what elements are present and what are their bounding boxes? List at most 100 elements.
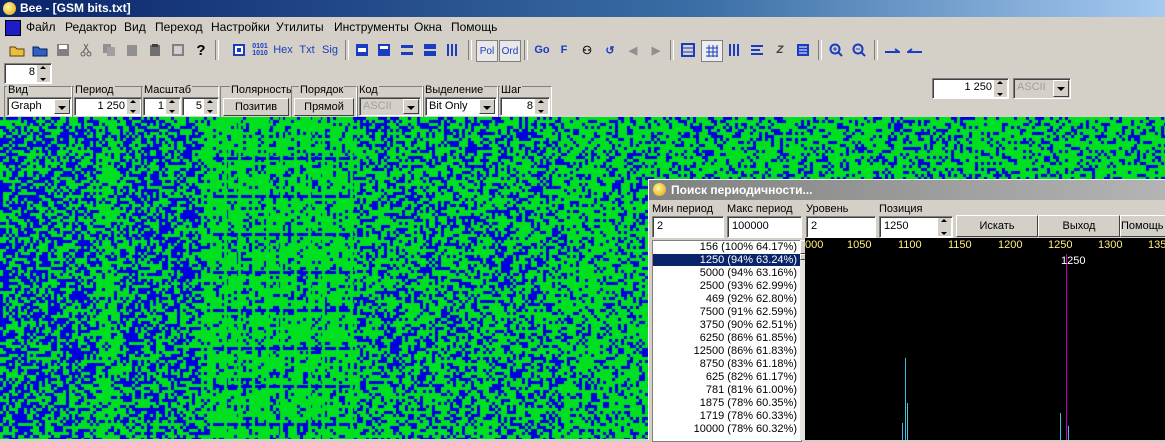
position-spinner[interactable]: 1250 [879,216,953,238]
max-period-input[interactable]: 100000 [727,216,802,238]
view-select[interactable]: Graph [7,97,72,116]
step-label: Шаг [500,84,523,96]
list-item[interactable]: 2500 (93% 62.99%) [700,280,797,292]
list-item[interactable]: 156 (100% 64.17%) [700,241,797,253]
polarity-button[interactable]: Pol [476,40,498,62]
shift-left-icon[interactable] [882,40,902,60]
list-item[interactable]: 10000 (78% 60.32%) [694,423,797,435]
chevron-down-icon[interactable] [403,99,419,114]
table-view-icon[interactable] [678,40,698,60]
spinner-arrows[interactable] [203,99,217,114]
layout-stack-icon[interactable] [420,40,440,60]
menu-bar: Файл Редактор Вид Переход Настройки Утил… [0,17,1165,37]
list-item[interactable]: 625 (82% 61.17%) [706,371,797,383]
menu-windows[interactable]: Окна [414,20,442,34]
menu-utilities[interactable]: Утилиты [276,20,324,34]
binoculars-icon[interactable]: ⚇ [577,40,597,60]
list-item[interactable]: 6250 (86% 61.85%) [700,332,797,344]
step-spinner[interactable]: 8 [500,97,550,116]
menu-editor[interactable]: Редактор [65,20,117,34]
chevron-down-icon[interactable] [54,99,70,114]
selection-select[interactable]: Bit Only [425,97,497,116]
list-item[interactable]: 3750 (90% 62.51%) [700,319,797,331]
menu-help[interactable]: Помощь [451,20,497,34]
help-button[interactable]: Помощь [1120,215,1165,237]
list-item[interactable]: 8750 (83% 61.18%) [700,358,797,370]
level-input[interactable]: 2 [806,216,876,238]
chevron-down-icon[interactable] [479,99,495,114]
layout-columns-icon[interactable] [443,40,463,60]
back-arrow-icon[interactable]: ◀ [623,40,643,60]
goto-button[interactable]: Go [532,40,552,60]
list-item[interactable]: 1719 (78% 60.33%) [700,410,797,422]
replace-icon[interactable]: ↺ [600,40,620,60]
open-next-icon[interactable] [30,40,50,60]
period-results-list[interactable]: 156 (100% 64.17%) 1250 (94% 63.24%) 5000… [652,240,802,442]
clipboard-icon[interactable] [145,40,165,60]
save-icon[interactable] [53,40,73,60]
order-button[interactable]: Ord [499,40,521,62]
cut-icon[interactable] [76,40,96,60]
spinner-arrows[interactable] [165,99,179,114]
spinner-arrows[interactable] [993,80,1007,97]
align-icon[interactable] [747,40,767,60]
main-toolbar: ? 0101 1010 Hex Txt Sig Pol Ord Go F ⚇ ↺… [0,38,1165,99]
periodicity-plot[interactable]: 000 1050 1100 1150 1200 1250 1300 135 12… [805,238,1165,440]
width-spinner[interactable]: 8 [4,63,52,84]
list-item[interactable]: 1875 (78% 60.35%) [700,397,797,409]
period-spinner[interactable]: 1 250 [74,97,142,116]
copy-icon[interactable] [99,40,119,60]
order-direct-button[interactable]: Прямой [294,98,354,116]
help-icon[interactable]: ? [191,40,211,60]
min-period-label: Мин период [652,203,714,215]
menu-settings[interactable]: Настройки [211,20,270,34]
polarity-positive-button[interactable]: Позитив [223,98,289,116]
layout-single-icon[interactable] [352,40,372,60]
search-button[interactable]: Искать [956,215,1038,237]
spinner-arrows[interactable] [36,65,50,82]
hex-view-button[interactable]: Hex [273,40,293,60]
zoom-in-icon[interactable] [826,40,846,60]
list-item[interactable]: 12500 (86% 61.83%) [694,345,797,357]
layout-split-icon[interactable] [374,40,394,60]
document-view-icon[interactable] [793,40,813,60]
toolbar-period-spinner[interactable]: 1 250 [932,78,1009,99]
binary-view-icon[interactable] [229,40,249,60]
list-item[interactable]: 7500 (91% 62.59%) [700,306,797,318]
list-item[interactable]: 781 (81% 61.00%) [706,384,797,396]
list-item[interactable]: 5000 (94% 63.16%) [700,267,797,279]
forward-arrow-icon[interactable]: ▶ [646,40,666,60]
shift-right-icon[interactable] [905,40,925,60]
vertical-lines-icon[interactable] [724,40,744,60]
bits-view-button[interactable]: 0101 1010 [250,40,270,60]
text-view-button[interactable]: Txt [297,40,317,60]
code-select[interactable]: ASCII [359,97,421,116]
menu-goto[interactable]: Переход [155,20,203,34]
spinner-arrows[interactable] [937,218,951,236]
italic-z-icon[interactable]: Z [770,40,790,60]
paste-icon[interactable] [122,40,142,60]
document-icon[interactable] [5,20,21,36]
position-label: Позиция [879,203,923,215]
open-icon[interactable] [7,40,27,60]
min-period-input[interactable]: 2 [652,216,724,238]
signal-view-button[interactable]: Sig [320,40,340,60]
menu-file[interactable]: Файл [26,20,56,34]
list-item[interactable]: 469 (92% 62.80%) [706,293,797,305]
scale-spinner-2[interactable]: 5 [182,97,219,116]
find-button[interactable]: F [554,40,574,60]
chevron-down-icon[interactable] [1053,80,1069,97]
menu-tools[interactable]: Инструменты [334,20,409,34]
properties-icon[interactable] [168,40,188,60]
spinner-arrows[interactable] [126,99,140,114]
dialog-title-bar[interactable]: Поиск периодичности... [649,180,1165,200]
spinner-arrows[interactable] [534,99,548,114]
grid-icon[interactable] [701,40,723,62]
menu-view[interactable]: Вид [124,20,146,34]
toolbar-encoding-select[interactable]: ASCII [1013,78,1071,99]
zoom-out-icon[interactable] [849,40,869,60]
layout-rows-icon[interactable] [397,40,417,60]
exit-button[interactable]: Выход [1038,215,1120,237]
list-item-selected[interactable]: 1250 (94% 63.24%) [653,254,801,266]
scale-spinner-1[interactable]: 1 [143,97,181,116]
